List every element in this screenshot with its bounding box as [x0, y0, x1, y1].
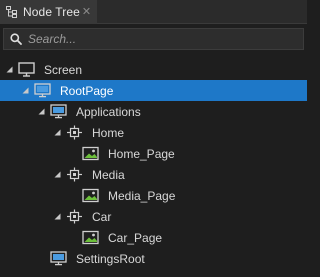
screen-icon	[18, 62, 35, 77]
tree-node-car[interactable]: Car	[0, 206, 307, 227]
tree-node-rootpage[interactable]: RootPage	[0, 80, 307, 101]
tab-node-tree[interactable]: Node Tree ✕	[0, 0, 97, 24]
expand-arrow-icon[interactable]	[5, 65, 14, 74]
tree-node-label: Car_Page	[108, 230, 163, 245]
tree-node-car-page[interactable]: Car_Page	[0, 227, 307, 248]
page-icon	[34, 83, 51, 98]
node-icon	[66, 209, 83, 224]
tree-node-label: Home	[92, 125, 125, 140]
node-tree-icon	[5, 5, 19, 19]
tree-node-home-page[interactable]: Home_Page	[0, 143, 307, 164]
tree-node-media[interactable]: Media	[0, 164, 307, 185]
search-input[interactable]	[28, 32, 288, 46]
tree-node-label: SettingsRoot	[76, 251, 145, 266]
tab-bar: Node Tree ✕	[0, 0, 307, 24]
tree-node-label: Car	[92, 209, 112, 224]
tree-node-label: Media_Page	[108, 188, 176, 203]
close-icon[interactable]: ✕	[80, 5, 93, 18]
expand-arrow-icon[interactable]	[53, 128, 62, 137]
expand-arrow-icon[interactable]	[53, 212, 62, 221]
tab-title: Node Tree	[23, 5, 80, 19]
search-row	[0, 24, 307, 55]
tree-node-label: Home_Page	[108, 146, 175, 161]
tree-node-applications[interactable]: Applications	[0, 101, 307, 122]
search-icon	[10, 33, 22, 45]
expand-arrow-icon[interactable]	[53, 170, 62, 179]
image-icon	[82, 188, 99, 203]
image-icon	[82, 230, 99, 245]
tree-node-screen[interactable]: Screen	[0, 59, 307, 80]
tree-node-label: RootPage	[60, 83, 114, 98]
image-icon	[82, 146, 99, 161]
tree-node-home[interactable]: Home	[0, 122, 307, 143]
expand-arrow-icon[interactable]	[37, 107, 46, 116]
tree-node-settingsroot[interactable]: SettingsRoot	[0, 248, 307, 269]
node-icon	[66, 167, 83, 182]
node-icon	[66, 125, 83, 140]
search-box[interactable]	[3, 28, 304, 50]
tree-node-label: Applications	[76, 104, 141, 119]
page-icon	[50, 104, 67, 119]
page-icon	[50, 251, 67, 266]
node-tree-panel: Node Tree ✕ Screen RootPage Applications Ho…	[0, 0, 307, 277]
expand-arrow-icon[interactable]	[21, 86, 30, 95]
tree-node-label: Media	[92, 167, 125, 182]
tree-node-media-page[interactable]: Media_Page	[0, 185, 307, 206]
tree-node-label: Screen	[44, 62, 83, 77]
